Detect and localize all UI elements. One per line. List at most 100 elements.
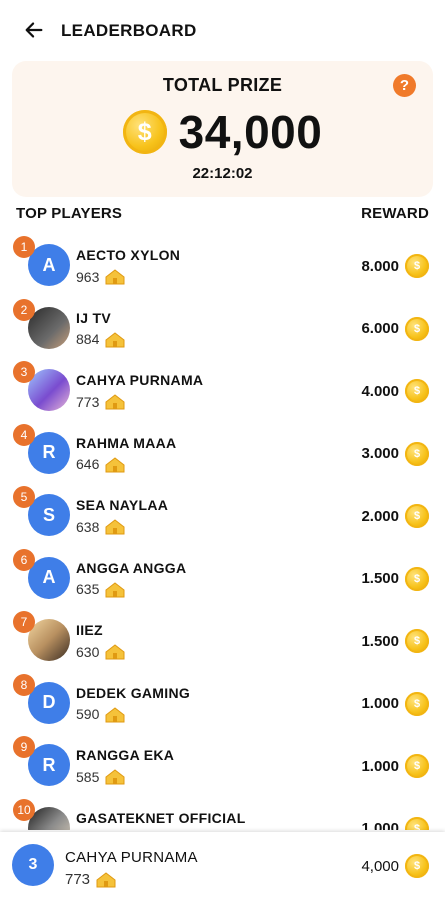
coin-icon: $ bbox=[405, 316, 429, 341]
score-value: 638 bbox=[76, 518, 100, 535]
player-score: 963 bbox=[76, 268, 126, 285]
rank-badge: 5 bbox=[13, 486, 35, 508]
help-button[interactable]: ? bbox=[393, 74, 416, 97]
player-name: IJ TV bbox=[76, 309, 111, 326]
player-score: 773 bbox=[76, 393, 126, 410]
coin-icon: $ bbox=[405, 379, 429, 403]
reward-header: REWARD bbox=[361, 205, 429, 222]
page-title: LEADERBOARD bbox=[61, 21, 197, 40]
reward: 4.000 $ bbox=[361, 379, 429, 403]
player-score: 884 bbox=[76, 331, 126, 348]
list-item[interactable]: R 4 RAHMA MAAA 646 3.000 $ bbox=[0, 420, 445, 482]
current-user-row[interactable]: 3 CAHYA PURNAMA 773 4,000 $ bbox=[0, 832, 445, 900]
reward: 6.000 $ bbox=[361, 316, 429, 341]
rank-badge: 1 bbox=[13, 236, 35, 258]
house-icon bbox=[105, 581, 125, 597]
help-icon: ? bbox=[399, 77, 410, 94]
rank-badge: 8 bbox=[13, 673, 35, 696]
list-item[interactable]: R 9 RANGGA EKA 585 1.000 $ bbox=[0, 732, 445, 794]
score-value: 773 bbox=[65, 871, 91, 888]
player-name: CAHYA PURNAMA bbox=[65, 849, 198, 866]
reward: 8.000 $ bbox=[361, 254, 429, 278]
score-value: 884 bbox=[76, 331, 100, 347]
player-score: 638 bbox=[76, 518, 126, 535]
reward-value: 1.000 bbox=[361, 695, 399, 712]
player-name: DEDEK GAMING bbox=[76, 684, 191, 701]
coin-icon: $ bbox=[405, 629, 429, 653]
score-value: 963 bbox=[76, 268, 100, 285]
list-item[interactable]: 7 IIEZ 630 1.500 $ bbox=[0, 607, 445, 669]
house-icon bbox=[105, 706, 125, 722]
reward: 4,000 $ bbox=[361, 854, 429, 878]
coin-icon: $ bbox=[405, 504, 429, 528]
house-icon bbox=[105, 269, 125, 285]
rank-badge: 6 bbox=[13, 548, 35, 571]
house-icon bbox=[105, 331, 125, 347]
house-icon bbox=[105, 519, 125, 535]
rank-badge: 9 bbox=[13, 736, 35, 758]
list-item[interactable]: A 6 ANGGA ANGGA 635 1.500 $ bbox=[0, 545, 445, 607]
reward: 1.000 $ bbox=[361, 754, 429, 778]
back-button[interactable] bbox=[18, 14, 50, 46]
player-score: 630 bbox=[76, 643, 126, 660]
countdown-timer: 22:12:02 bbox=[192, 165, 253, 182]
house-icon bbox=[96, 872, 116, 888]
player-name: RAHMA MAAA bbox=[76, 434, 177, 451]
prize-amount: 34,000 bbox=[178, 106, 323, 158]
house-icon bbox=[105, 394, 125, 410]
reward: 1.500 $ bbox=[361, 566, 429, 591]
coin-icon: $ bbox=[405, 854, 429, 878]
player-name: GASATEKNET OFFICIAL bbox=[76, 809, 246, 826]
player-name: ANGGA ANGGA bbox=[76, 559, 187, 576]
list-item[interactable]: 2 IJ TV 884 6.000 $ bbox=[0, 295, 445, 357]
reward: 1.000 $ bbox=[361, 691, 429, 716]
reward-value: 1.000 bbox=[361, 757, 399, 775]
score-value: 630 bbox=[76, 643, 100, 660]
top-players-header: TOP PLAYERS bbox=[16, 205, 123, 222]
reward: 1.500 $ bbox=[361, 629, 429, 653]
player-score: 585 bbox=[76, 768, 126, 785]
coin-icon: $ bbox=[405, 254, 429, 278]
house-icon bbox=[105, 769, 125, 785]
reward-value: 4,000 bbox=[361, 857, 399, 875]
list-item[interactable]: S 5 SEA NAYLAA 638 2.000 $ bbox=[0, 482, 445, 544]
score-value: 646 bbox=[76, 456, 100, 472]
list-item[interactable]: D 8 DEDEK GAMING 590 1.000 $ bbox=[0, 670, 445, 732]
player-name: SEA NAYLAA bbox=[76, 497, 169, 513]
score-value: 590 bbox=[76, 706, 100, 722]
app-header: LEADERBOARD bbox=[0, 0, 445, 62]
reward-value: 3.000 bbox=[361, 445, 399, 462]
list-item[interactable]: A 1 AECTO XYLON 963 8.000 $ bbox=[0, 232, 445, 294]
reward: 3.000 $ bbox=[361, 441, 429, 466]
player-score: 590 bbox=[76, 706, 126, 723]
player-name: AECTO XYLON bbox=[76, 247, 181, 263]
coin-icon: $ bbox=[122, 110, 167, 154]
score-value: 635 bbox=[76, 581, 100, 597]
player-score: 635 bbox=[76, 581, 126, 598]
reward-value: 2.000 bbox=[361, 507, 399, 525]
rank-badge: 3 bbox=[13, 361, 35, 383]
leaderboard-list[interactable]: A 1 AECTO XYLON 963 8.000 $2 IJ TV 884 6.000 $3 CA… bbox=[0, 232, 445, 830]
reward-value: 6.000 bbox=[361, 320, 399, 337]
prize-amount-row: $ 34,000 bbox=[12, 105, 433, 159]
player-name: CAHYA PURNAMA bbox=[76, 372, 204, 388]
reward-value: 1.500 bbox=[361, 632, 399, 650]
house-icon bbox=[105, 456, 125, 472]
rank-badge: 10 bbox=[13, 798, 35, 821]
arrow-left-icon bbox=[25, 22, 43, 38]
player-score: 646 bbox=[76, 456, 126, 473]
coin-icon: $ bbox=[405, 816, 429, 830]
score-value: 773 bbox=[76, 393, 100, 410]
reward-value: 1.000 bbox=[361, 820, 399, 830]
list-item[interactable]: 3 CAHYA PURNAMA 773 4.000 $ bbox=[0, 357, 445, 419]
coin-icon: $ bbox=[405, 754, 429, 778]
list-item[interactable]: 10 GASATEKNET OFFICIAL 1.000 $ bbox=[0, 795, 445, 830]
score-value: 585 bbox=[76, 768, 100, 785]
coin-icon: $ bbox=[405, 691, 429, 716]
house-icon bbox=[105, 644, 125, 660]
player-name: RANGGA EKA bbox=[76, 747, 175, 763]
coin-icon: $ bbox=[405, 566, 429, 591]
rank-badge: 2 bbox=[13, 298, 35, 321]
reward: 2.000 $ bbox=[361, 504, 429, 528]
coin-icon: $ bbox=[405, 441, 429, 466]
